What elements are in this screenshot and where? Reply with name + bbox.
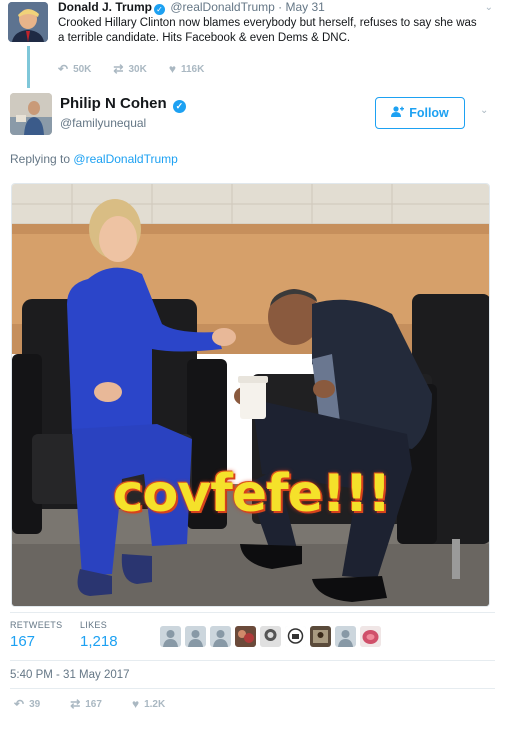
divider: [10, 688, 495, 689]
liker-avatar[interactable]: [210, 626, 231, 647]
parent-date-separator: ·: [278, 0, 283, 14]
heart-icon: ♥: [131, 697, 140, 711]
add-user-icon: [391, 106, 405, 120]
chevron-down-icon[interactable]: ⌄: [485, 2, 493, 13]
parent-author-avatar[interactable]: [8, 2, 48, 42]
tweet-stats: RETWEETS 167 LIKES 1,218: [10, 620, 495, 660]
author-handle[interactable]: @familyunequal: [60, 116, 146, 130]
replying-prefix: Replying to: [10, 152, 71, 166]
author-name[interactable]: Philip N Cohen ✓: [60, 95, 188, 113]
liker-avatar[interactable]: [185, 626, 206, 647]
chevron-down-icon[interactable]: ⌄: [480, 105, 488, 116]
verified-badge-icon: ✓: [172, 100, 186, 113]
parent-tweet-text: Crooked Hillary Clinton now blames every…: [58, 17, 477, 44]
divider: [10, 612, 495, 613]
liker-avatar[interactable]: [285, 626, 306, 647]
parent-reply-count: 50K: [73, 63, 92, 75]
tweet-timestamp[interactable]: 5:40 PM - 31 May 2017: [10, 669, 130, 681]
liker-avatar[interactable]: [310, 626, 331, 647]
heart-icon: ♥: [168, 62, 176, 76]
liker-avatar[interactable]: [260, 626, 281, 647]
liker-avatar[interactable]: [235, 626, 256, 647]
likers-avatars: [160, 626, 381, 647]
divider: [10, 660, 495, 661]
reply-icon: ↶: [14, 697, 25, 711]
retweets-count: 167: [10, 633, 36, 650]
parent-reply-button[interactable]: ↶ 50K: [58, 62, 91, 76]
likes-count: 1,218: [80, 633, 118, 650]
parent-author-handle[interactable]: @realDonaldTrump: [170, 0, 274, 14]
liker-avatar[interactable]: [335, 626, 356, 647]
retweets-stat[interactable]: RETWEETS 167: [10, 620, 62, 650]
tweet-photo[interactable]: covfefe!!!: [11, 183, 490, 607]
retweet-count: 167: [85, 698, 102, 710]
follow-button-label: Follow: [409, 106, 449, 120]
thread-connector-line: [27, 46, 30, 88]
parent-like-button[interactable]: ♥ 116K: [169, 62, 204, 76]
tweet-actions: ↶ 39 ⇄ 167 ♥ 1.2K: [14, 697, 165, 711]
retweet-icon: ⇄: [70, 697, 81, 711]
follow-button[interactable]: Follow: [375, 97, 465, 129]
parent-author-name[interactable]: Donald J. Trump: [58, 0, 152, 14]
parent-tweet-header: Donald J. Trump ✓ @realDonaldTrump · May …: [58, 0, 325, 15]
parent-retweet-button[interactable]: ⇄ 30K: [113, 62, 146, 76]
like-count: 1.2K: [144, 698, 166, 710]
retweet-button[interactable]: ⇄ 167: [70, 697, 102, 711]
liker-avatar[interactable]: [360, 626, 381, 647]
reply-count: 39: [29, 698, 41, 710]
retweet-icon: ⇄: [113, 62, 124, 76]
media-caption: covfefe!!!: [112, 464, 391, 524]
author-avatar[interactable]: [10, 93, 52, 135]
likes-label: LIKES: [80, 620, 108, 630]
reply-button[interactable]: ↶ 39: [14, 697, 40, 711]
verified-badge-icon: ✓: [154, 4, 166, 15]
parent-tweet[interactable]: Donald J. Trump ✓ @realDonaldTrump · May …: [0, 0, 505, 88]
parent-like-count: 116K: [180, 63, 205, 75]
replying-to: Replying to @realDonaldTrump: [10, 152, 178, 166]
parent-tweet-actions: ↶ 50K ⇄ 30K ♥ 116K: [58, 62, 204, 76]
retweets-label: RETWEETS: [10, 620, 63, 630]
parent-retweet-count: 30K: [128, 63, 147, 75]
liker-avatar[interactable]: [160, 626, 181, 647]
reply-icon: ↶: [58, 62, 69, 76]
replying-to-link[interactable]: @realDonaldTrump: [73, 152, 177, 166]
likes-stat[interactable]: LIKES 1,218: [80, 620, 118, 650]
parent-tweet-date[interactable]: May 31: [286, 0, 325, 14]
author-name-text: Philip N Cohen: [60, 95, 167, 112]
like-button[interactable]: ♥ 1.2K: [132, 697, 165, 711]
